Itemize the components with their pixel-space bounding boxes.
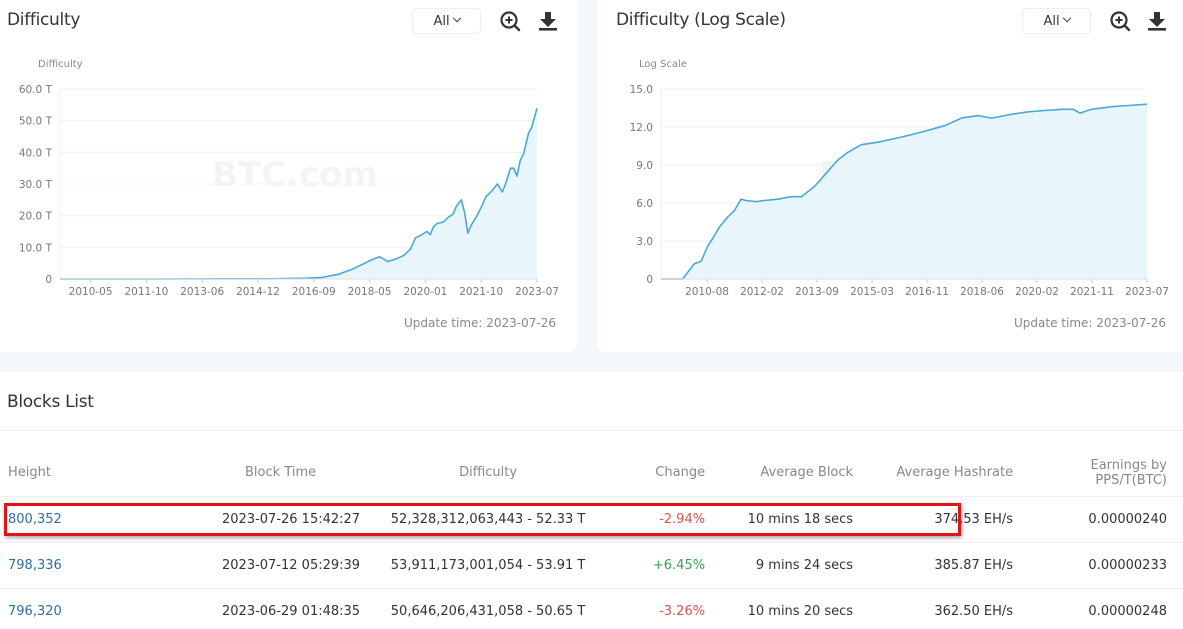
y-tick-label: 6.0 <box>636 198 653 210</box>
x-tick-label: 2020-01 <box>403 286 447 298</box>
y-axis-label: Log Scale <box>639 59 687 70</box>
y-tick-label: 50.0 T <box>19 116 53 128</box>
table-row[interactable]: 798,336 2023-07-12 05:29:39 53,911,173,001… <box>0 542 1183 589</box>
x-tick-label: 2021-10 <box>459 286 503 298</box>
blocks-table: Height Block Time Difficulty Change Aver… <box>0 450 1183 629</box>
x-tick-label: 2023-07 <box>515 286 559 298</box>
table-header-row: Height Block Time Difficulty Change Aver… <box>0 450 1183 497</box>
y-tick-label: 12.0 <box>630 122 653 134</box>
difficulty-value: 53,911,173,001,054 - 53.91 T <box>368 542 609 589</box>
x-tick-label: 2010-08 <box>685 286 729 298</box>
average-hashrate: 374.53 EH/s <box>861 496 1022 543</box>
average-block-time: 10 mins 18 secs <box>713 496 862 543</box>
x-tick-label: 2016-11 <box>905 286 949 298</box>
change-value: -3.26% <box>608 588 714 629</box>
table-row[interactable]: 800,352 2023-07-26 15:42:27 52,328,312,063… <box>0 496 1183 543</box>
difficulty-value: 52,328,312,063,443 - 52.33 T <box>368 496 609 543</box>
y-tick-label: 20.0 T <box>19 211 53 223</box>
earnings-value: 0.00000233 <box>1021 542 1183 589</box>
x-tick-label: 2021-11 <box>1070 286 1114 298</box>
column-header-height: Height <box>0 450 100 497</box>
column-header-difficulty: Difficulty <box>368 450 609 497</box>
difficulty-value: 50,646,206,431,058 - 50.65 T <box>368 588 609 629</box>
block-height-link[interactable]: 800,352 <box>8 512 62 527</box>
series-area <box>661 104 1147 279</box>
y-tick-label: 0 <box>646 274 653 286</box>
difficulty-chart: Difficulty 0 10.0 T 20.0 T 30.0 T 40.0 T 50.0 … <box>19 59 559 298</box>
change-value: +6.45% <box>608 542 714 589</box>
average-hashrate: 362.50 EH/s <box>861 588 1022 629</box>
average-hashrate: 385.87 EH/s <box>861 542 1022 589</box>
x-tick-label: 2013-09 <box>795 286 839 298</box>
earnings-value: 0.00000240 <box>1021 496 1183 543</box>
column-header-average-hashrate: Average Hashrate <box>861 450 1022 497</box>
x-tick-label: 2018-05 <box>348 286 392 298</box>
block-time: 2023-06-29 01:48:35 <box>100 588 369 629</box>
block-height-link[interactable]: 798,336 <box>8 558 62 573</box>
y-tick-label: 15.0 <box>630 84 653 96</box>
difficulty-log-chart-card: Difficulty (Log Scale) All Log Scale 0 3.0… <box>597 0 1183 352</box>
average-block-time: 10 mins 20 secs <box>713 588 862 629</box>
block-time: 2023-07-26 15:42:27 <box>100 496 369 543</box>
y-axis-label: Difficulty <box>38 59 83 70</box>
update-time: Update time: 2023-07-26 <box>1014 316 1166 330</box>
column-header-average-block: Average Block <box>713 450 862 497</box>
average-block-time: 9 mins 24 secs <box>713 542 862 589</box>
block-height-link[interactable]: 796,320 <box>8 604 62 619</box>
divider <box>0 430 1183 431</box>
x-tick-label: 2015-03 <box>850 286 894 298</box>
difficulty-log-chart: Log Scale03.06.09.012.015.0BTC.com2010-0… <box>630 59 1169 298</box>
block-time: 2023-07-12 05:29:39 <box>100 542 369 589</box>
watermark: BTC.com <box>212 155 378 195</box>
difficulty-chart-card: Difficulty All Difficulty 0 10.0 T 20.0 T 30… <box>0 0 577 352</box>
y-tick-label: 9.0 <box>636 160 653 172</box>
y-tick-label: 30.0 T <box>19 179 53 191</box>
x-tick-label: 2013-06 <box>180 286 224 298</box>
x-tick-label: 2018-06 <box>960 286 1004 298</box>
x-tick-label: 2020-02 <box>1015 286 1059 298</box>
x-tick-label: 2016-09 <box>292 286 336 298</box>
table-row[interactable]: 796,320 2023-06-29 01:48:35 50,646,206,431… <box>0 588 1183 629</box>
x-tick-label: 2012-02 <box>740 286 784 298</box>
column-header-earnings: Earnings by PPS/T(BTC) <box>1021 450 1183 497</box>
y-tick-label: 3.0 <box>636 236 653 248</box>
x-tick-label: 2010-05 <box>69 286 113 298</box>
x-tick-label: 2011-10 <box>124 286 168 298</box>
x-tick-label: 2014-12 <box>236 286 280 298</box>
y-tick-label: 40.0 T <box>19 147 53 159</box>
y-tick-label: 10.0 T <box>19 242 53 254</box>
earnings-value: 0.00000248 <box>1021 588 1183 629</box>
update-time: Update time: 2023-07-26 <box>404 316 556 330</box>
column-header-block-time: Block Time <box>100 450 369 497</box>
blocks-list-section: Blocks List Height Block Time Difficulty… <box>0 372 1183 629</box>
column-header-change: Change <box>608 450 714 497</box>
section-title: Blocks List <box>7 392 94 412</box>
change-value: -2.94% <box>608 496 714 543</box>
y-tick-label: 60.0 T <box>19 84 53 96</box>
x-tick-label: 2023-07 <box>1125 286 1169 298</box>
y-tick-label: 0 <box>45 274 52 286</box>
